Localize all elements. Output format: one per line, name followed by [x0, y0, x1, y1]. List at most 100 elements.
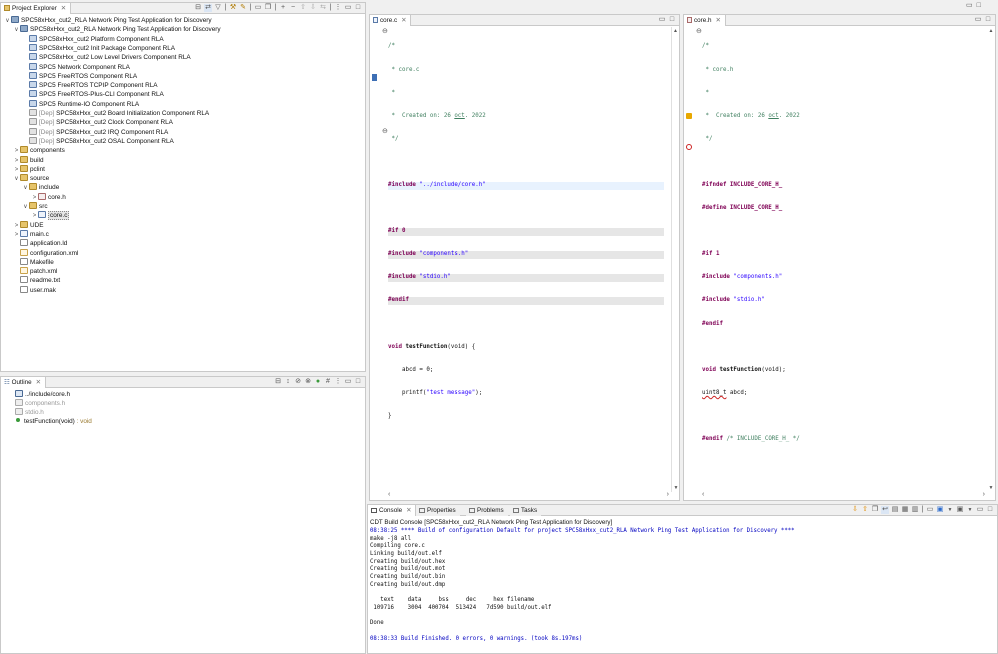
close-icon[interactable]: ✕: [401, 17, 406, 24]
maximize-icon[interactable]: □: [354, 4, 362, 12]
scroll-right-icon[interactable]: ›: [667, 491, 669, 499]
tree-item[interactable]: > core.c: [31, 211, 70, 221]
chevron-down-icon[interactable]: ∨: [22, 203, 29, 212]
tree-item[interactable]: SPC58xHxx_cut2 Init Package Component RL…: [22, 43, 175, 53]
sync-icon[interactable]: ⇆: [319, 4, 327, 12]
maximize-icon[interactable]: □: [984, 16, 992, 24]
tab-properties[interactable]: Properties: [416, 505, 460, 516]
tab-core-h[interactable]: core.h ✕: [684, 15, 726, 26]
scroll-up-icon[interactable]: ▲: [672, 27, 679, 35]
select-console-icon[interactable]: ▣: [936, 506, 944, 514]
maximize-icon[interactable]: □: [668, 16, 676, 24]
scroll-left-icon[interactable]: ‹: [388, 491, 390, 499]
maximize-icon[interactable]: □: [986, 506, 994, 514]
add-icon[interactable]: +: [279, 4, 287, 12]
view-menu-icon[interactable]: ⋮: [334, 4, 342, 12]
clear-console-icon[interactable]: ▤: [891, 506, 899, 514]
hide-static-icon[interactable]: ⊗: [304, 378, 312, 386]
outline-item[interactable]: ../include/core.h: [15, 390, 70, 399]
tree-item[interactable]: ∨ src: [22, 202, 48, 211]
fold-icon[interactable]: ⊖: [696, 28, 702, 36]
vertical-scrollbar[interactable]: ▲ ▼: [671, 27, 679, 492]
tab-problems[interactable]: Problems: [466, 505, 508, 516]
tree-item[interactable]: [Dep] SPC58xHxx_cut2 IRQ Component RLA: [22, 127, 168, 137]
console-output[interactable]: 08:38:25 **** Build of configuration Def…: [370, 528, 990, 643]
outline-item[interactable]: testFunction(void) : void: [15, 417, 92, 426]
chevron-down-icon[interactable]: ▼: [946, 506, 954, 514]
build-icon[interactable]: ⚒: [229, 4, 237, 12]
save-log-icon[interactable]: ▦: [901, 506, 909, 514]
tab-tasks[interactable]: Tasks: [510, 505, 542, 516]
open-folder-icon[interactable]: ▭: [254, 4, 262, 12]
tree-item[interactable]: SPC5 FreeRTOS TCPIP Component RLA: [22, 81, 158, 90]
maximize-icon[interactable]: □: [977, 2, 981, 10]
minimize-icon[interactable]: ▭: [966, 2, 973, 10]
arrow-up-icon[interactable]: ⇧: [299, 4, 307, 12]
tab-project-explorer[interactable]: Project Explorer ✕: [1, 3, 72, 14]
tree-item[interactable]: readme.txt: [13, 276, 60, 285]
maximize-icon[interactable]: □: [354, 378, 362, 386]
copy-icon[interactable]: ❐: [871, 506, 879, 514]
tab-console[interactable]: Console ✕: [368, 505, 417, 516]
tree-item[interactable]: [Dep] SPC58xHxx_cut2 Clock Component RLA: [22, 118, 173, 127]
minimize-icon[interactable]: ▭: [344, 378, 352, 386]
minimize-icon[interactable]: ▭: [976, 506, 984, 514]
tree-item[interactable]: SPC5 FreeRTOS-Plus-CLI Component RLA: [22, 90, 164, 99]
tree-item[interactable]: ∨ include: [22, 183, 59, 192]
new-console-icon[interactable]: ▣: [956, 506, 964, 514]
scroll-left-icon[interactable]: ‹: [702, 491, 704, 499]
tree-item[interactable]: SPC5 Runtime-IO Component RLA: [22, 99, 139, 109]
close-icon[interactable]: ✕: [406, 507, 411, 514]
tree-item[interactable]: [Dep] SPC58xHxx_cut2 OSAL Component RLA: [22, 136, 174, 146]
scroll-down-icon[interactable]: ▼: [672, 484, 680, 492]
tree-item[interactable]: [Dep] SPC58xHxx_cut2 Board Initializatio…: [22, 109, 209, 118]
sort-icon[interactable]: ↕: [284, 378, 292, 386]
minimize-icon[interactable]: ▭: [974, 16, 982, 24]
tree-item[interactable]: ∨ source: [13, 174, 49, 183]
minimize-icon[interactable]: ▭: [658, 16, 666, 24]
fold-icon[interactable]: ⊖: [382, 128, 388, 136]
tree-item[interactable]: Makefile: [13, 257, 54, 267]
chevron-down-icon[interactable]: ▼: [966, 506, 974, 514]
tab-outline[interactable]: ☷ Outline ✕: [1, 377, 46, 388]
tree-item[interactable]: SPC58xHxx_cut2 Platform Component RLA: [22, 34, 164, 44]
collapse-all-icon[interactable]: ⊟: [274, 378, 282, 386]
word-wrap-icon[interactable]: ↩: [881, 506, 889, 514]
tree-item[interactable]: > pclint: [13, 164, 45, 174]
tree-item[interactable]: application.ld: [13, 239, 67, 248]
tree-item[interactable]: SPC5 Network Component RLA: [22, 62, 130, 72]
horizontal-scrollbar[interactable]: ‹ ›: [388, 491, 669, 499]
tree-item[interactable]: ∨ SPC58xHxx_cut2_RLA Network Ping Test Ap…: [13, 25, 221, 34]
hide-nonpublic-icon[interactable]: ●: [314, 378, 322, 386]
tree-item[interactable]: > main.c: [13, 229, 49, 239]
minimize-icon[interactable]: ▭: [344, 4, 352, 12]
tree-item[interactable]: user.mak: [13, 285, 56, 295]
chevron-down-icon[interactable]: ∨: [13, 175, 20, 184]
scroll-lock-down-icon[interactable]: ⇩: [851, 506, 859, 514]
tree-item[interactable]: > build: [13, 155, 44, 165]
link-with-editor-icon[interactable]: ⇄: [204, 4, 212, 12]
chevron-down-icon[interactable]: ∨: [22, 184, 29, 193]
clean-icon[interactable]: ✎: [239, 4, 247, 12]
tree-item[interactable]: ∨ SPC58xHxx_cut2_RLA Network Ping Test Ap…: [4, 16, 212, 25]
vertical-scrollbar[interactable]: ▲ ▼: [987, 27, 995, 492]
remove-icon[interactable]: −: [289, 4, 297, 12]
tree-item[interactable]: > core.h: [31, 192, 66, 202]
tree-item[interactable]: patch.xml: [13, 267, 57, 276]
copy-icon[interactable]: ❐: [264, 4, 272, 12]
close-icon[interactable]: ✕: [61, 5, 66, 12]
scroll-up-icon[interactable]: ▲: [987, 27, 995, 35]
chevron-down-icon[interactable]: ∨: [4, 17, 11, 26]
tree-item[interactable]: configuration.xml: [13, 248, 78, 258]
chevron-down-icon[interactable]: ∨: [13, 26, 20, 35]
tree-item[interactable]: > UDE: [13, 220, 44, 230]
hide-fields-icon[interactable]: ⊘: [294, 378, 302, 386]
fold-icon[interactable]: ⊖: [382, 28, 388, 36]
arrow-down-icon[interactable]: ⇩: [309, 4, 317, 12]
scroll-right-icon[interactable]: ›: [983, 491, 985, 499]
code-area[interactable]: /* * core.c * * Created on: 26 oct. 2022…: [388, 28, 664, 436]
filter-icon[interactable]: ▽: [214, 4, 222, 12]
collapse-all-icon[interactable]: ⊟: [194, 4, 202, 12]
scroll-lock-up-icon[interactable]: ⇧: [861, 506, 869, 514]
tree-item[interactable]: SPC58xHxx_cut2 Low Level Drivers Compone…: [22, 53, 191, 62]
